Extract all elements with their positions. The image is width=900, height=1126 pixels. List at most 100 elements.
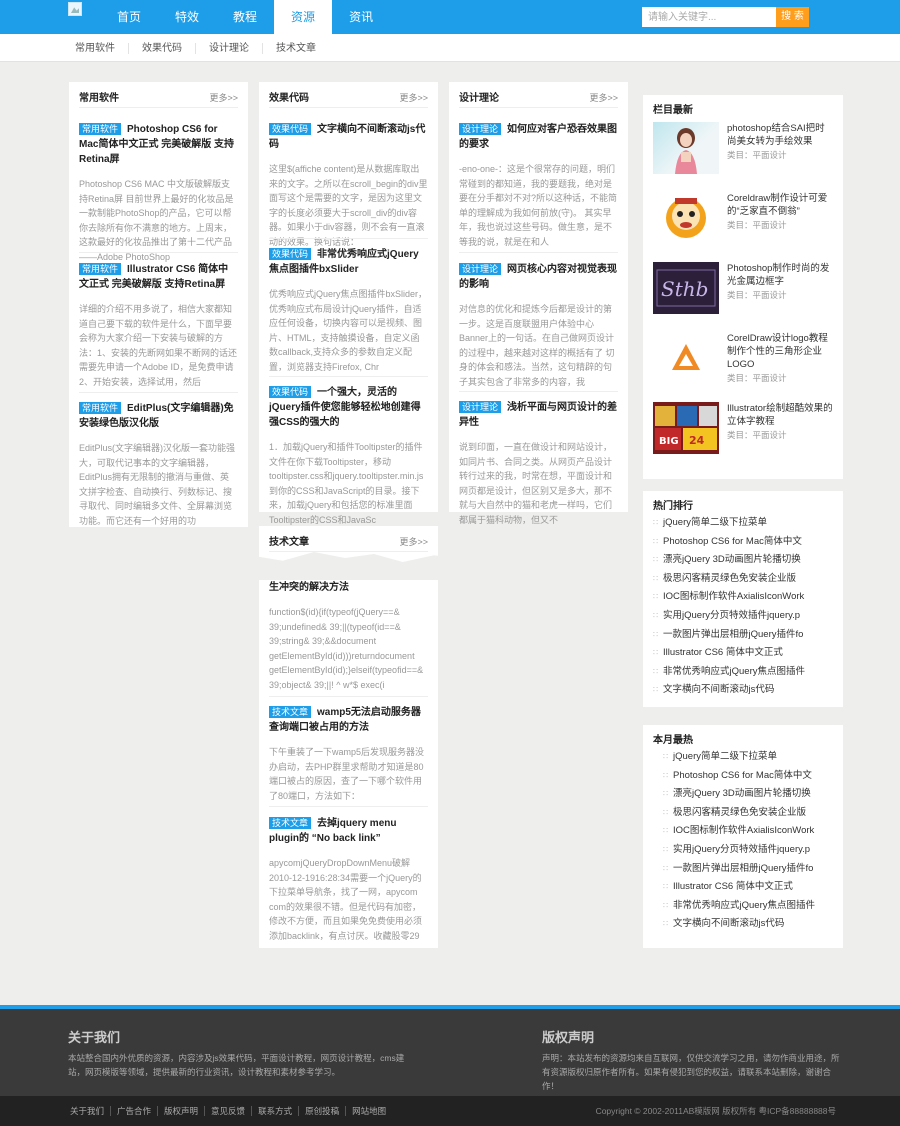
more-link[interactable]: 更多>> bbox=[399, 534, 428, 550]
rank-item[interactable]: 极思闪客精灵绿色免安装企业版 bbox=[653, 570, 835, 589]
rank-item[interactable]: Photoshop CS6 for Mac简体中文 bbox=[653, 533, 835, 552]
list-item[interactable]: CorelDraw设计logo教程制作个性的三角形企业LOGO 类目：平面设计 bbox=[653, 332, 833, 386]
category-tag[interactable]: 常用软件 bbox=[79, 123, 122, 135]
thumbnail-image[interactable]: Sthb bbox=[653, 262, 719, 314]
list-item[interactable]: Sthb Photoshop制作时尚的发光金属边框字 类目：平面设计 bbox=[653, 262, 833, 316]
thumbnail-image[interactable] bbox=[653, 332, 719, 384]
nav-item-home[interactable]: 首页 bbox=[100, 0, 158, 34]
svg-text:Sthb: Sthb bbox=[661, 277, 708, 301]
thumbnail-image[interactable] bbox=[653, 192, 719, 244]
rank-item[interactable]: 实用jQuery分页特效插件jquery.p bbox=[663, 841, 835, 860]
card-title: 栏目最新 bbox=[653, 105, 693, 116]
category-tag[interactable]: 设计理论 bbox=[459, 123, 502, 135]
list-item: 设计理论 浅析平面与网页设计的差异性 说到印面，一直在做设计和网站设计，如同片书、… bbox=[459, 400, 618, 527]
thumbnail-image[interactable]: BIG 24 bbox=[653, 402, 719, 454]
nav-item-tutorials[interactable]: 教程 bbox=[216, 0, 274, 34]
post-summary: 下午重装了一下wamp5后发现服务器没办启动，去PHP群里求帮助才知道是80端口… bbox=[269, 747, 425, 801]
category-tag[interactable]: 效果代码 bbox=[269, 123, 312, 135]
nav-item-resources[interactable]: 资源 bbox=[274, 0, 333, 34]
card-title: 技术文章 bbox=[269, 537, 309, 548]
footer-link-feedback[interactable]: 意见反馈 bbox=[205, 1106, 253, 1116]
rank-item[interactable]: IOC图标制作软件AxialisIconWork bbox=[663, 822, 835, 841]
post-summary: Photoshop CS6 MAC 中文版破解版支持Retina屏 目前世界上最… bbox=[79, 179, 234, 262]
subnav-item-software[interactable]: 常用软件 bbox=[62, 42, 129, 54]
category-tag[interactable]: 效果代码 bbox=[269, 248, 312, 260]
search-button[interactable]: 搜 索 bbox=[776, 7, 809, 27]
list-item: 生冲突的解决方法 function$(id){if(typeof(jQuery=… bbox=[269, 580, 428, 692]
item-title[interactable]: Illustrator绘制超酷效果的立体字教程 bbox=[727, 403, 833, 427]
list-item: 技术文章 去掉jquery menu plugin的 “No back link”… bbox=[269, 816, 428, 943]
copyright-notice: Copyright © 2002-2011AB模版网 版权所有 粤ICP备888… bbox=[595, 1106, 836, 1116]
footer-link-about[interactable]: 关于我们 bbox=[64, 1106, 112, 1116]
software-card: 常用软件 更多>> 常用软件 Photoshop CS6 for Mac简体中文正… bbox=[69, 82, 248, 527]
rank-item[interactable]: 漂亮jQuery 3D动画图片轮播切换 bbox=[653, 551, 835, 570]
hot-ranking-card: 热门排行 jQuery简单二级下拉菜单 Photoshop CS6 for Ma… bbox=[643, 491, 843, 707]
list-item[interactable]: Coreldraw制作设计可爱的“乏家直不倒翁” 类目：平面设计 bbox=[653, 192, 833, 246]
rank-item[interactable]: jQuery简单二级下拉菜单 bbox=[663, 748, 835, 767]
category-tag[interactable]: 效果代码 bbox=[269, 386, 312, 398]
subnav-item-theory[interactable]: 设计理论 bbox=[196, 42, 263, 54]
rank-item[interactable]: 文字横向不间断滚动js代码 bbox=[653, 681, 835, 700]
rank-item[interactable]: 漂亮jQuery 3D动画图片轮播切换 bbox=[663, 785, 835, 804]
item-title[interactable]: CorelDraw设计logo教程制作个性的三角形企业LOGO bbox=[727, 333, 828, 370]
post-summary: 这里$(affiche content)是从数据库取出来的文字。之所以在scro… bbox=[269, 164, 428, 247]
subnav-item-code[interactable]: 效果代码 bbox=[129, 42, 196, 54]
rank-item[interactable]: 非常优秀响应式jQuery焦点图插件 bbox=[653, 663, 835, 682]
thumbnail-image[interactable] bbox=[653, 122, 719, 174]
footer-link-contact[interactable]: 联系方式 bbox=[252, 1106, 300, 1116]
category-tag[interactable]: 常用软件 bbox=[79, 263, 122, 275]
list-item: 效果代码 一个强大，灵活的jQuery插件使您能够轻松地创建得强CSS的强大的 1… bbox=[269, 385, 428, 527]
post-summary: 1．加载jQuery和插件Tooltipster的插件文件在你下载Tooltip… bbox=[269, 442, 424, 525]
divider bbox=[79, 252, 238, 253]
footer-link-sitemap[interactable]: 网站地图 bbox=[346, 1106, 392, 1116]
category-tag[interactable]: 常用软件 bbox=[79, 402, 122, 414]
divider bbox=[79, 392, 238, 393]
more-link[interactable]: 更多>> bbox=[589, 90, 618, 106]
logo-image-icon[interactable] bbox=[68, 2, 82, 16]
footer-link-submit[interactable]: 原创投稿 bbox=[299, 1106, 347, 1116]
item-category: 类目：平面设计 bbox=[727, 150, 787, 160]
rank-item[interactable]: Photoshop CS6 for Mac简体中文 bbox=[663, 767, 835, 786]
list-item[interactable]: photoshop结合SAI把时尚美女转为手绘效果类目：平面设计 bbox=[653, 122, 833, 176]
latest-card: 栏目最新 photoshop结合SAI把时尚美女转为手绘效果类目：平面设计 Co… bbox=[643, 95, 843, 479]
subnav-item-tech[interactable]: 技术文章 bbox=[263, 43, 329, 54]
code-card: 效果代码 更多>> 效果代码 文字横向不间断滚动js代码 这里$(affiche … bbox=[259, 82, 438, 525]
divider bbox=[269, 806, 428, 807]
footer: 关于我们 本站整合国内外优质的资源，内容涉及js效果代码，平面设计教程，网页设计… bbox=[0, 1009, 900, 1096]
copyright-title: 版权声明 bbox=[542, 1030, 595, 1045]
footer-link-copyright[interactable]: 版权声明 bbox=[158, 1106, 206, 1116]
rank-item[interactable]: 文字横向不间断滚动js代码 bbox=[663, 915, 835, 934]
post-title-link[interactable]: 生冲突的解决方法 bbox=[269, 582, 349, 593]
post-summary: 说到印面，一直在做设计和网站设计，如同片书、合同之类。从网页产品设计转行过来的我… bbox=[459, 442, 613, 525]
rank-item[interactable]: IOC图标制作软件AxialisIconWork bbox=[653, 588, 835, 607]
about-text: 本站整合国内外优质的资源，内容涉及js效果代码，平面设计教程，网页设计教程，cm… bbox=[68, 1053, 405, 1077]
category-tag[interactable]: 设计理论 bbox=[459, 401, 502, 413]
more-link[interactable]: 更多>> bbox=[209, 90, 238, 106]
nav-item-effects[interactable]: 特效 bbox=[158, 0, 216, 34]
item-title[interactable]: photoshop结合SAI把时尚美女转为手绘效果 bbox=[727, 123, 825, 147]
item-title[interactable]: Coreldraw制作设计可爱的“乏家直不倒翁” bbox=[727, 193, 827, 217]
footer-link-ads[interactable]: 广告合作 bbox=[111, 1106, 159, 1116]
list-item[interactable]: BIG 24 Illustrator绘制超酷效果的立体字教程 类目：平面设计 bbox=[653, 402, 833, 456]
rank-item[interactable]: 实用jQuery分页特效插件jquery.p bbox=[653, 607, 835, 626]
rank-item[interactable]: Illustrator CS6 简体中文正式 bbox=[663, 878, 835, 897]
list-item: 常用软件 Photoshop CS6 for Mac简体中文正式 完美破解版 支持… bbox=[79, 122, 238, 264]
rank-item[interactable]: jQuery简单二级下拉菜单 bbox=[653, 514, 835, 533]
nav-item-news[interactable]: 资讯 bbox=[332, 0, 390, 34]
divider bbox=[459, 391, 618, 392]
rank-item[interactable]: 一款图片弹出层相册jQuery插件fo bbox=[663, 860, 835, 879]
post-summary: 对信息的优化和提炼今后都是设计的第一步。这是百度联盟用户体验中心Banner上的… bbox=[459, 304, 615, 387]
rank-item[interactable]: Illustrator CS6 简体中文正式 bbox=[653, 644, 835, 663]
search-input[interactable] bbox=[642, 7, 776, 27]
category-tag[interactable]: 设计理论 bbox=[459, 263, 502, 275]
rank-item[interactable]: 一款图片弹出层相册jQuery插件fo bbox=[653, 626, 835, 645]
divider bbox=[269, 376, 428, 377]
rank-item[interactable]: 非常优秀响应式jQuery焦点图插件 bbox=[663, 897, 835, 916]
item-title[interactable]: Photoshop制作时尚的发光金属边框字 bbox=[727, 263, 829, 287]
rank-item[interactable]: 极思闪客精灵绿色免安装企业版 bbox=[663, 804, 835, 823]
more-link[interactable]: 更多>> bbox=[399, 90, 428, 106]
category-tag[interactable]: 技术文章 bbox=[269, 706, 312, 718]
category-tag[interactable]: 技术文章 bbox=[269, 817, 312, 829]
list-item: 效果代码 文字横向不间断滚动js代码 这里$(affiche content)是从… bbox=[269, 122, 428, 249]
list-item: 设计理论 如何应对客户恐吞效果图的要求 -eno-one-：这是个很常存的问题，明… bbox=[459, 122, 618, 249]
